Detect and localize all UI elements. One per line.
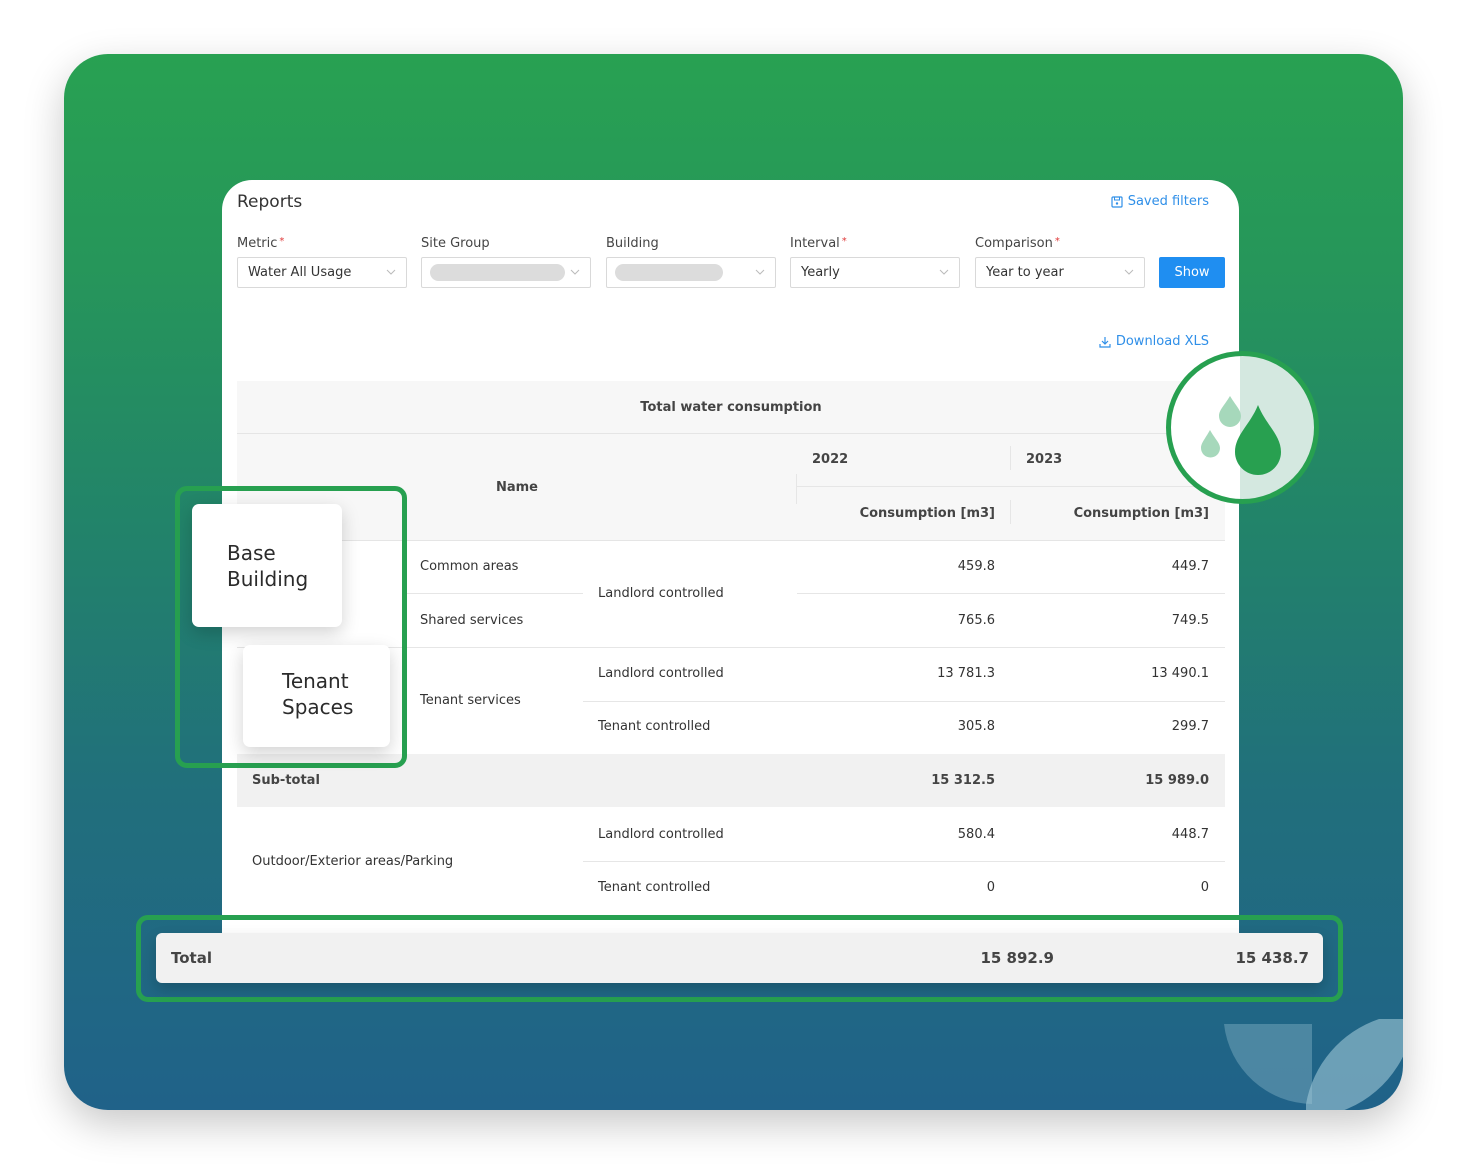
year-header-2022: 2022 (812, 452, 849, 467)
site-group-label: Site Group (421, 236, 490, 251)
divider (583, 861, 1225, 862)
total-row: Total 15 892.9 15 438.7 (156, 933, 1323, 983)
show-button[interactable]: Show (1159, 257, 1225, 288)
comparison-value: Year to year (986, 265, 1064, 280)
chevron-down-icon (570, 269, 580, 275)
building-select[interactable] (606, 257, 776, 288)
value-2023: 449.7 (1171, 559, 1209, 574)
total-2022: 15 892.9 (980, 949, 1054, 967)
divider (407, 593, 583, 594)
subtotal-label: Sub-total (252, 773, 320, 788)
comparison-select[interactable]: Year to year (975, 257, 1145, 288)
control-cell: Landlord controlled (598, 666, 724, 681)
water-drops-icon (1166, 351, 1319, 504)
comparison-filter: Comparison * Year to year (975, 236, 1145, 288)
redacted-value (615, 264, 723, 281)
value-2023: 13 490.1 (1151, 666, 1209, 681)
table-title: Total water consumption (237, 381, 1225, 434)
chevron-down-icon (755, 269, 765, 275)
divider (797, 593, 1225, 594)
chevron-down-icon (939, 269, 949, 275)
group-cell: Common areas (420, 559, 519, 574)
metric-filter: Metric * Water All Usage (237, 236, 407, 288)
value-2022: 0 (986, 880, 995, 895)
metric-value: Water All Usage (248, 265, 352, 280)
saved-filters-link[interactable]: Saved filters (1111, 194, 1209, 209)
building-label: Building (606, 236, 659, 251)
comparison-label: Comparison * (975, 236, 1060, 251)
download-xls-link[interactable]: Download XLS (1099, 334, 1209, 349)
consumption-header-2022: Consumption [m3] (859, 506, 995, 521)
value-2023: 0 (1200, 880, 1209, 895)
interval-label: Interval * (790, 236, 847, 251)
page-title: Reports (237, 192, 303, 212)
value-2023: 448.7 (1171, 827, 1209, 842)
control-cell: Tenant controlled (598, 880, 711, 895)
divider (583, 701, 1225, 702)
interval-value: Yearly (801, 265, 840, 280)
site-group-filter: Site Group (421, 236, 591, 288)
subtotal-2023: 15 989.0 (1145, 773, 1209, 788)
value-2022: 459.8 (957, 559, 995, 574)
base-building-callout: Base Building (192, 504, 342, 627)
save-icon (1111, 195, 1123, 208)
value-2023: 299.7 (1171, 719, 1209, 734)
interval-select[interactable]: Yearly (790, 257, 960, 288)
total-label: Total (171, 949, 212, 967)
saved-filters-label: Saved filters (1127, 194, 1209, 209)
total-2023: 15 438.7 (1235, 949, 1309, 967)
building-filter: Building (606, 236, 776, 288)
year-header-2023: 2023 (1026, 452, 1063, 467)
chevron-down-icon (386, 269, 396, 275)
value-2023: 749.5 (1171, 613, 1209, 628)
group-cell: Tenant services (420, 693, 521, 708)
divider (1010, 446, 1011, 470)
tenant-spaces-callout: Tenant Spaces (243, 645, 390, 747)
control-cell: Landlord controlled (598, 827, 724, 842)
download-icon (1099, 336, 1111, 348)
divider (796, 474, 797, 504)
interval-filter: Interval * Yearly (790, 236, 960, 288)
control-cell: Landlord controlled (598, 586, 724, 601)
group-cell: Shared services (420, 613, 524, 628)
outdoor-label: Outdoor/Exterior areas/Parking (252, 854, 454, 869)
subtotal-2022: 15 312.5 (931, 773, 995, 788)
value-2022: 305.8 (957, 719, 995, 734)
download-label: Download XLS (1115, 334, 1209, 349)
consumption-header-2023: Consumption [m3] (1073, 506, 1209, 521)
metric-label: Metric * (237, 236, 285, 251)
metric-select[interactable]: Water All Usage (237, 257, 407, 288)
control-cell: Tenant controlled (598, 719, 711, 734)
redacted-value (430, 264, 565, 281)
divider (797, 486, 1225, 487)
value-2022: 765.6 (957, 613, 995, 628)
chevron-down-icon (1124, 269, 1134, 275)
value-2022: 580.4 (957, 827, 995, 842)
site-group-select[interactable] (421, 257, 591, 288)
value-2022: 13 781.3 (937, 666, 995, 681)
